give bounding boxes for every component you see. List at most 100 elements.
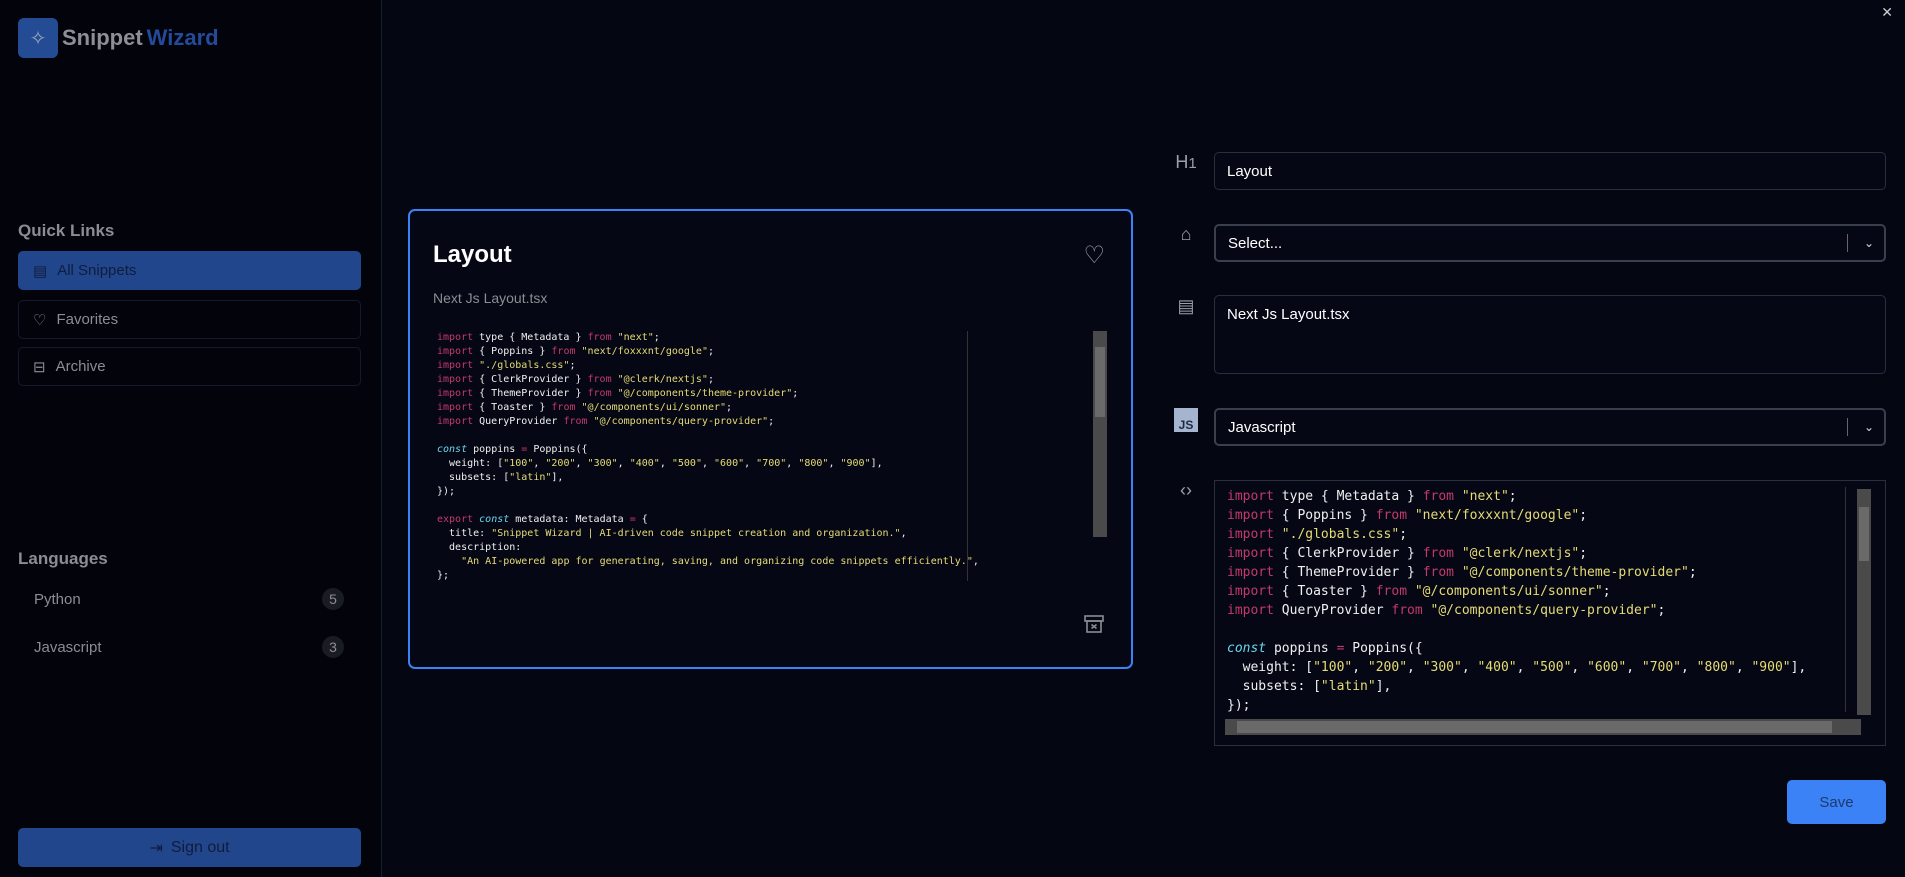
code-token: , bbox=[617, 458, 630, 469]
code-token: import bbox=[437, 402, 474, 413]
code-token: Poppins({ bbox=[527, 444, 588, 455]
sign-out-button[interactable]: ⇥ Sign out bbox=[18, 828, 361, 867]
tags-select[interactable]: Select... ⌄ bbox=[1214, 224, 1886, 262]
code-line: import { ThemeProvider } from "@/compone… bbox=[437, 387, 977, 401]
archive-icon[interactable] bbox=[1083, 613, 1105, 635]
code-token: ; bbox=[707, 346, 714, 357]
code-token: ; bbox=[1399, 527, 1408, 542]
code-token: subsets: [ bbox=[1227, 679, 1321, 694]
code-token: "./globals.css" bbox=[1281, 527, 1400, 542]
heart-icon: ♡ bbox=[33, 311, 47, 329]
code-icon: ‹› bbox=[1180, 480, 1192, 500]
snippet-card[interactable]: Layout ♡ Next Js Layout.tsx import type … bbox=[408, 209, 1133, 669]
code-token: , bbox=[786, 458, 799, 469]
editor-vertical-scrollbar[interactable] bbox=[1857, 489, 1871, 715]
code-token: description: bbox=[437, 542, 522, 553]
title-input[interactable]: Layout bbox=[1214, 152, 1886, 190]
code-line: }); bbox=[1227, 696, 1847, 712]
scrollbar-thumb[interactable] bbox=[1095, 347, 1105, 417]
code-line: const poppins = Poppins({ bbox=[437, 443, 977, 457]
snippet-description: Next Js Layout.tsx bbox=[433, 290, 548, 306]
code-line: import { Poppins } from "next/foxxxnt/go… bbox=[437, 345, 977, 359]
code-token: "300" bbox=[587, 458, 618, 469]
code-editor[interactable]: import type { Metadata } from "next"; imp… bbox=[1214, 480, 1886, 746]
count-badge: 5 bbox=[322, 588, 344, 610]
code-token: "800" bbox=[798, 458, 829, 469]
javascript-icon: JS bbox=[1174, 408, 1198, 432]
code-token: }); bbox=[437, 486, 456, 497]
code-token: ; bbox=[1688, 565, 1697, 580]
code-line: description: bbox=[437, 541, 977, 555]
language-item-python[interactable]: Python 5 bbox=[34, 588, 344, 610]
close-icon[interactable]: ✕ bbox=[1881, 4, 1893, 21]
code-line: weight: ["100", "200", "300", "400", "50… bbox=[437, 457, 977, 471]
description-textarea[interactable]: Next Js Layout.tsx bbox=[1214, 295, 1886, 374]
code-line: import QueryProvider from "@/components/… bbox=[437, 415, 977, 429]
code-line: import { ClerkProvider } from "@clerk/ne… bbox=[1227, 544, 1847, 563]
logo[interactable]: ✧ Snippet Wizard bbox=[18, 18, 219, 58]
code-line: import QueryProvider from "@/components/… bbox=[1227, 601, 1847, 620]
code-token: { Poppins } bbox=[1273, 508, 1376, 523]
code-token: "@/components/query-provider" bbox=[1430, 603, 1658, 618]
code-token: import bbox=[437, 332, 474, 343]
language-select-value: Javascript bbox=[1228, 418, 1296, 436]
code-token: , bbox=[533, 458, 546, 469]
scrollbar-thumb[interactable] bbox=[1237, 721, 1832, 733]
code-token: { ClerkProvider } bbox=[473, 374, 588, 385]
code-token: "@/components/theme-provider" bbox=[617, 388, 793, 399]
layout-icon: ▤ bbox=[33, 262, 48, 280]
code-token: { Poppins } bbox=[473, 346, 552, 357]
code-token: poppins bbox=[467, 444, 522, 455]
title-input-value: Layout bbox=[1227, 162, 1273, 180]
favorite-heart-icon[interactable]: ♡ bbox=[1083, 241, 1105, 270]
code-token: "@/components/ui/sonner" bbox=[1414, 584, 1603, 599]
code-token: metadata: Metadata bbox=[509, 514, 630, 525]
code-preview-scrollbar[interactable] bbox=[1093, 331, 1107, 537]
code-token: "600" bbox=[1587, 660, 1627, 675]
chevron-down-icon[interactable]: ⌄ bbox=[1864, 236, 1874, 250]
sidebar-item-label: Favorites bbox=[56, 311, 119, 328]
code-token: "900" bbox=[1751, 660, 1791, 675]
language-select[interactable]: Javascript ⌄ bbox=[1214, 408, 1886, 446]
code-token: "@clerk/nextjs" bbox=[1461, 546, 1580, 561]
count-badge: 3 bbox=[322, 636, 344, 658]
code-token: , bbox=[900, 528, 907, 539]
code-token: from bbox=[587, 374, 612, 385]
code-line bbox=[437, 429, 977, 443]
code-token: "100" bbox=[503, 458, 534, 469]
code-token: "An AI-powered app for generating, savin… bbox=[461, 556, 973, 567]
editor-horizontal-scrollbar[interactable] bbox=[1225, 719, 1861, 735]
code-editor-content[interactable]: import type { Metadata } from "next"; imp… bbox=[1227, 487, 1847, 712]
code-token: }; bbox=[437, 570, 450, 581]
code-token: , bbox=[1571, 660, 1588, 675]
code-token: const bbox=[479, 514, 510, 525]
code-token: , bbox=[1516, 660, 1533, 675]
code-token: "@/components/theme-provider" bbox=[1461, 565, 1689, 580]
sidebar-item-archive[interactable]: ⊟ Archive bbox=[18, 347, 361, 386]
code-token: export bbox=[437, 514, 474, 525]
code-line: const poppins = Poppins({ bbox=[1227, 639, 1847, 658]
code-token: ; bbox=[1579, 546, 1588, 561]
code-token: "800" bbox=[1696, 660, 1736, 675]
code-line: import "./globals.css"; bbox=[437, 359, 977, 373]
heading-icon: H1 bbox=[1175, 152, 1197, 172]
code-token: const bbox=[437, 444, 468, 455]
logo-text-wizard: Wizard bbox=[146, 25, 219, 50]
scrollbar-thumb[interactable] bbox=[1859, 507, 1869, 561]
code-token: QueryProvider bbox=[1273, 603, 1392, 618]
chevron-down-icon[interactable]: ⌄ bbox=[1864, 420, 1874, 434]
tags-select-placeholder: Select... bbox=[1228, 234, 1283, 252]
code-token: , bbox=[575, 458, 588, 469]
language-item-javascript[interactable]: Javascript 3 bbox=[34, 636, 344, 658]
save-button[interactable]: Save bbox=[1787, 780, 1886, 824]
code-token: , bbox=[1407, 660, 1423, 675]
sidebar-item-favorites[interactable]: ♡ Favorites bbox=[18, 300, 361, 339]
code-token: ; bbox=[1602, 584, 1611, 599]
code-token: import bbox=[1227, 584, 1274, 599]
sidebar-item-all-snippets[interactable]: ▤ All Snippets bbox=[18, 251, 361, 290]
